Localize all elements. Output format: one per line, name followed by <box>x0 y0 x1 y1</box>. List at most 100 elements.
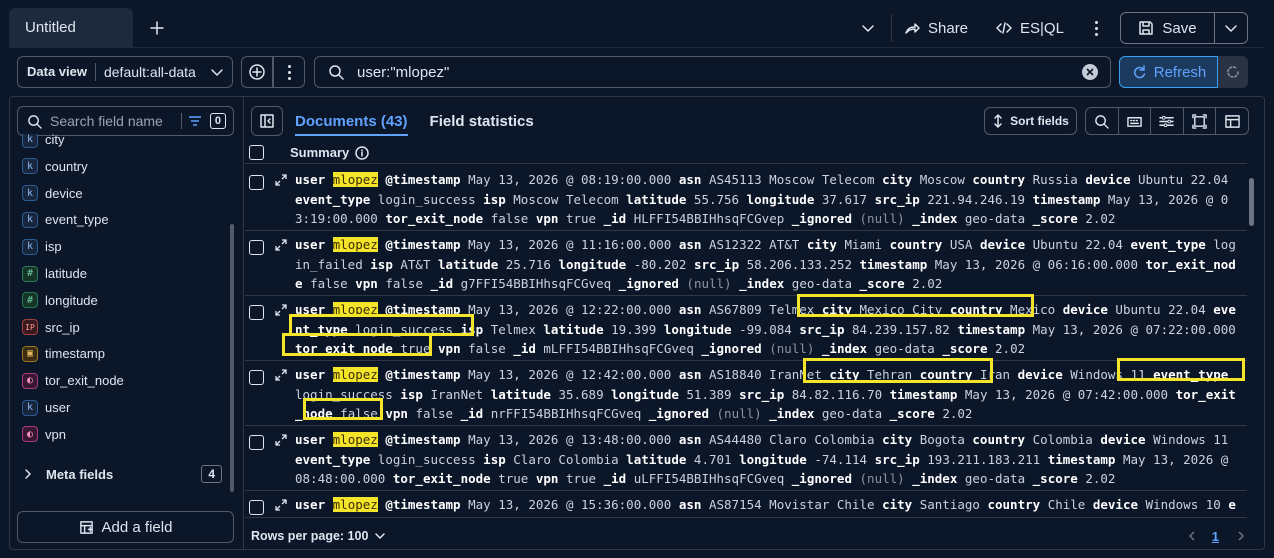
add-field-button[interactable]: Add a field <box>17 511 234 543</box>
field-key: country <box>987 497 1041 512</box>
tabs-menu-button[interactable] <box>858 18 878 38</box>
table-row[interactable]: user mlopez @timestamp May 13, 2026 @ 11… <box>245 231 1247 296</box>
meta-fields-toggle[interactable]: Meta fields 4 <box>22 462 222 486</box>
fullscreen-button[interactable] <box>1184 108 1217 134</box>
field-item-longitude[interactable]: # longitude <box>22 287 98 314</box>
page-number-button[interactable]: 1 <box>1212 529 1219 544</box>
field-key: isp <box>476 517 499 518</box>
clear-query-button[interactable] <box>1082 64 1098 80</box>
toggle-sidebar-button[interactable] <box>251 106 283 136</box>
field-item-user[interactable]: k user <box>22 394 70 421</box>
field-key: @timestamp <box>385 172 461 187</box>
field-item-device[interactable]: k device <box>22 180 83 207</box>
table-row[interactable]: user mlopez @timestamp May 13, 2026 @ 15… <box>245 491 1247 518</box>
expand-row-icon[interactable] <box>275 304 287 316</box>
field-item-isp[interactable]: k isp <box>22 233 62 260</box>
field-value: May 13, 2026 @ 12:22:00.000 <box>468 302 672 317</box>
field-value: 51.389 <box>686 386 732 402</box>
table-row[interactable]: user mlopez @timestamp May 13, 2026 @ 12… <box>245 361 1247 426</box>
field-value: Ubuntu 22.04 <box>1138 172 1229 187</box>
field-item-vpn[interactable]: ◐ vpn <box>22 421 66 448</box>
add-filter-button[interactable] <box>241 56 273 88</box>
field-key: asn <box>678 172 702 187</box>
auto-refresh-button[interactable] <box>1218 56 1248 88</box>
field-key: _id <box>513 341 536 356</box>
field-item-src_ip[interactable]: IP src_ip <box>22 314 80 341</box>
field-key: isp <box>483 451 506 467</box>
filter-count-badge[interactable]: 0 <box>209 113 226 129</box>
field-value: May 13, 2026 @ 07:22:00.000 <box>1032 321 1236 337</box>
layout-button[interactable] <box>1216 108 1248 134</box>
esql-button[interactable]: ES|QL <box>996 8 1064 48</box>
query-input[interactable]: user:"mlopez" <box>314 56 1111 88</box>
grid-scrollbar[interactable] <box>1248 166 1256 518</box>
auto-refresh-icon <box>1227 66 1239 78</box>
table-row[interactable]: user mlopez @timestamp May 13, 2026 @ 13… <box>245 426 1247 491</box>
field-value: May 13, 2026 @ 15:36:00.000 <box>468 497 672 512</box>
expand-row-icon[interactable] <box>275 369 287 381</box>
field-key: @timestamp <box>385 367 461 382</box>
row-checkbox[interactable] <box>249 500 264 515</box>
field-value: AS45113 Moscow Telecom <box>708 172 875 187</box>
rows-per-page-select[interactable]: Rows per page: 100 <box>251 529 386 543</box>
tab-field-statistics[interactable]: Field statistics <box>430 113 534 130</box>
row-checkbox[interactable] <box>249 305 264 320</box>
field-item-latitude[interactable]: # latitude <box>22 260 87 287</box>
select-all-checkbox[interactable] <box>249 145 264 160</box>
field-value: geo-data <box>821 406 883 421</box>
field-item-country[interactable]: k country <box>22 153 88 180</box>
view-tabs: Documents (43) Field statistics <box>295 106 534 136</box>
field-value: May 13, 2026 @ 06:16:00.000 <box>934 256 1138 272</box>
field-key: _id <box>603 211 627 226</box>
expand-row-icon[interactable] <box>275 499 287 511</box>
refresh-button[interactable]: Refresh <box>1119 56 1218 88</box>
field-search-input[interactable]: Search field name 0 <box>17 106 234 136</box>
field-key: city <box>882 172 913 187</box>
field-value: 2.02 <box>1085 211 1116 226</box>
field-item-timestamp[interactable]: ▣ timestamp <box>22 340 105 367</box>
field-value: g7FFI54BBIHhsqFCGveq <box>460 276 612 291</box>
refresh-label: Refresh <box>1153 63 1207 81</box>
share-button[interactable]: Share <box>904 8 968 48</box>
tab-documents[interactable]: Documents (43) <box>295 113 408 136</box>
field-key: asn <box>678 302 702 317</box>
search-grid-button[interactable] <box>1086 108 1119 134</box>
data-view-picker[interactable]: Data view default:all-data <box>17 56 233 88</box>
field-value: login_success <box>370 517 468 518</box>
expand-row-icon[interactable] <box>275 239 287 251</box>
field-name: timestamp <box>45 346 105 362</box>
field-item-event_type[interactable]: k event_type <box>22 206 109 233</box>
table-row[interactable]: user mlopez @timestamp May 13, 2026 @ 08… <box>245 166 1247 231</box>
expand-row-icon[interactable] <box>275 174 287 186</box>
field-key: country <box>972 432 1026 447</box>
document-tab[interactable]: Untitled <box>9 8 133 48</box>
field-value: Windows 10 <box>1145 497 1221 512</box>
field-value: AT&T <box>400 256 431 272</box>
chevron-down-icon <box>1225 25 1237 32</box>
field-value: (null) <box>859 471 905 486</box>
sort-fields-button[interactable]: Sort fields <box>984 107 1077 135</box>
row-checkbox[interactable] <box>249 370 264 385</box>
row-checkbox[interactable] <box>249 240 264 255</box>
more-actions-button[interactable] <box>1088 18 1104 38</box>
query-menu-button[interactable] <box>273 56 305 88</box>
save-options-button[interactable] <box>1215 13 1247 43</box>
sidebar-scrollbar[interactable] <box>229 140 235 500</box>
field-key: device <box>1100 432 1146 447</box>
expand-row-icon[interactable] <box>275 434 287 446</box>
field-key: tor_exit_node <box>392 471 491 486</box>
document-summary: user mlopez @timestamp May 13, 2026 @ 15… <box>295 495 1241 518</box>
display-density-button[interactable] <box>1119 108 1152 134</box>
next-page-icon <box>1238 531 1245 541</box>
query-text: user:"mlopez" <box>357 63 450 81</box>
row-settings-button[interactable] <box>1151 108 1184 134</box>
new-tab-button[interactable] <box>145 16 169 40</box>
field-key: user <box>295 497 326 512</box>
field-key: @timestamp <box>385 432 461 447</box>
field-item-tor_exit_node[interactable]: ◐ tor_exit_node <box>22 367 124 394</box>
row-checkbox[interactable] <box>249 435 264 450</box>
field-value: 2.02 <box>912 276 943 291</box>
info-icon <box>355 145 369 160</box>
row-checkbox[interactable] <box>249 175 264 190</box>
save-button[interactable]: Save <box>1121 13 1215 43</box>
